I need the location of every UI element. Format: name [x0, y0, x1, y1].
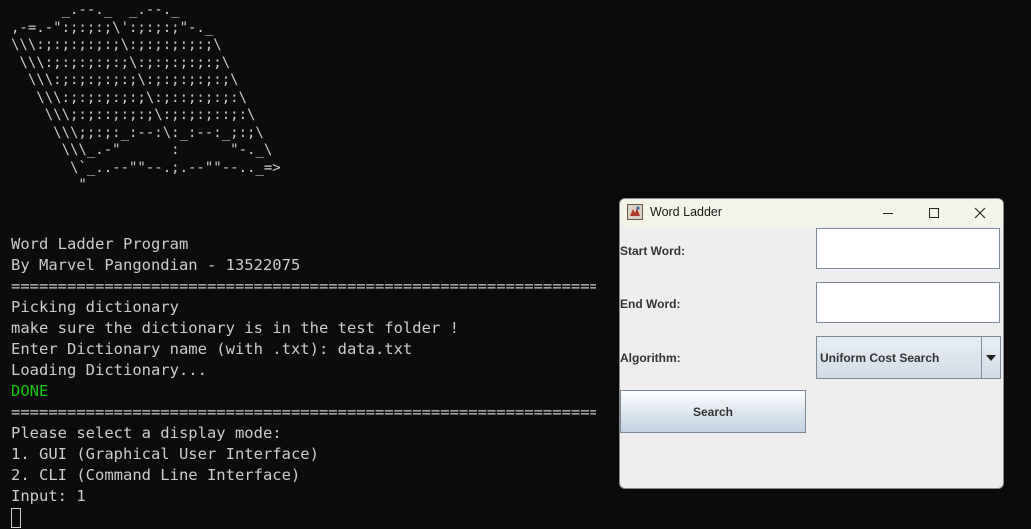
text-cursor: [11, 508, 21, 528]
start-word-input[interactable]: [816, 228, 1000, 269]
window-title: Word Ladder: [650, 205, 723, 219]
search-button[interactable]: Search: [620, 390, 806, 433]
minimize-icon: [883, 212, 893, 214]
cursor-line: [11, 507, 596, 528]
display-mode-prompt-line: Please select a display mode:: [11, 424, 282, 442]
dropdown-arrow-button[interactable]: [981, 337, 1000, 378]
dictionary-input-line: Enter Dictionary name (with .txt): data.…: [11, 340, 413, 358]
window-titlebar[interactable]: Word Ladder: [620, 199, 1003, 226]
word-ladder-window[interactable]: Word Ladder Start Word: End Word: Algori…: [619, 198, 1004, 489]
minimize-button[interactable]: [865, 199, 911, 226]
start-word-label: Start Word:: [620, 244, 686, 258]
algorithm-select[interactable]: Uniform Cost Search: [816, 336, 1001, 379]
gui-option-line: 1. GUI (Graphical User Interface): [11, 445, 319, 463]
end-word-label: End Word:: [620, 297, 681, 311]
program-title-line: Word Ladder Program: [11, 235, 189, 253]
end-word-input[interactable]: [816, 282, 1000, 323]
dictionary-hint-line: make sure the dictionary is in the test …: [11, 319, 459, 337]
close-button[interactable]: [957, 199, 1003, 226]
separator-line: ========================================…: [11, 403, 596, 421]
author-line: By Marvel Pangondian - 13522075: [11, 256, 301, 274]
dropdown-arrow-icon: [986, 354, 996, 361]
app-icon: [627, 204, 643, 220]
close-icon: [974, 207, 986, 218]
cli-option-line: 2. CLI (Command Line Interface): [11, 466, 301, 484]
done-status-line: DONE: [11, 382, 49, 400]
algorithm-selected-value: Uniform Cost Search: [820, 351, 940, 365]
separator-line: ========================================…: [11, 277, 596, 295]
input-line: Input: 1: [11, 487, 86, 505]
picking-dictionary-line: Picking dictionary: [11, 298, 179, 316]
algorithm-label: Algorithm:: [620, 351, 681, 365]
terminal-output: Word Ladder Program By Marvel Pangondian…: [11, 234, 596, 528]
ascii-art-banner: _.--._ _.--._ ,-=.-":;:;:;\':;:;:;"-._ \…: [11, 2, 281, 193]
maximize-icon: [929, 207, 939, 218]
loading-line: Loading Dictionary...: [11, 361, 207, 379]
maximize-button[interactable]: [911, 199, 957, 226]
